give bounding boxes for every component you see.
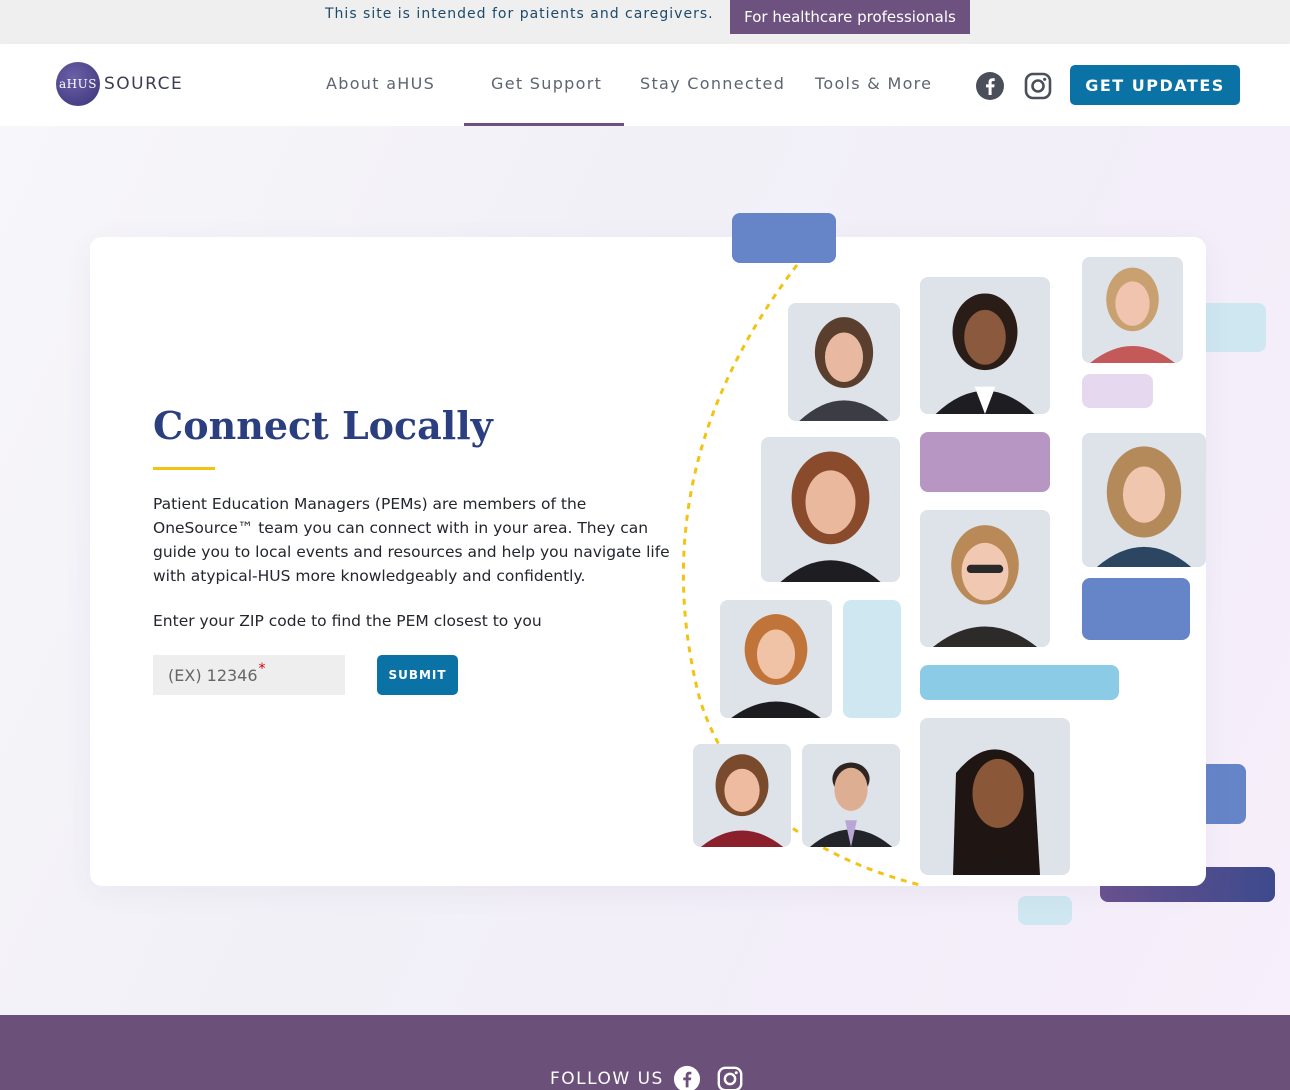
pem-photo: [1082, 433, 1206, 567]
nav-get-support[interactable]: Get Support: [491, 74, 602, 93]
pem-photo: [920, 718, 1070, 875]
pem-photo: [802, 744, 900, 847]
pem-photo: [720, 600, 832, 718]
pem-description: Patient Education Managers (PEMs) are me…: [153, 495, 670, 585]
zip-placeholder: (EX) 12346: [168, 665, 258, 685]
logo-text: SOURCE: [104, 74, 184, 94]
decor-block: [1082, 578, 1190, 640]
audience-notice: This site is intended for patients and c…: [325, 6, 714, 22]
decor-block: [732, 213, 836, 263]
decor-block: [920, 432, 1050, 492]
site-logo[interactable]: aHUS SOURCE: [56, 62, 183, 106]
decor-block: [920, 665, 1119, 700]
pem-photo: [761, 437, 900, 582]
zip-code-input[interactable]: (EX) 12346 *: [153, 655, 345, 695]
nav-about-ahus[interactable]: About aHUS: [326, 74, 435, 93]
decor-block: [1200, 303, 1266, 352]
follow-us-label: FOLLOW US: [550, 1069, 664, 1089]
pem-photo: [1082, 257, 1183, 363]
required-mark: *: [258, 661, 266, 677]
instagram-icon[interactable]: [716, 1065, 744, 1090]
hcp-link-button[interactable]: For healthcare professionals: [730, 0, 970, 34]
nav-tools-more[interactable]: Tools & More: [815, 74, 932, 93]
decor-block: [843, 600, 901, 718]
get-updates-button[interactable]: GET UPDATES: [1070, 65, 1240, 105]
logo-mark: aHUS: [56, 62, 100, 106]
zip-prompt: Enter your ZIP code to find the PEM clos…: [153, 612, 542, 630]
pem-photo: [788, 303, 900, 421]
page-title: Connect Locally: [153, 403, 493, 448]
pem-photo: [920, 510, 1050, 647]
instagram-icon[interactable]: [1023, 71, 1053, 101]
site-header: aHUS SOURCE About aHUS Get Support Stay …: [0, 44, 1290, 126]
facebook-icon[interactable]: [673, 1065, 701, 1090]
pem-photo: [693, 744, 791, 847]
pem-photo: [920, 277, 1050, 414]
audience-banner: This site is intended for patients and c…: [0, 0, 1290, 44]
submit-button[interactable]: SUBMIT: [377, 655, 458, 695]
nav-stay-connected[interactable]: Stay Connected: [640, 74, 785, 93]
decor-block: [1082, 374, 1153, 408]
decor-block: [1018, 896, 1072, 925]
title-underline: [153, 467, 215, 470]
facebook-icon[interactable]: [975, 71, 1005, 101]
site-footer: FOLLOW US: [0, 1015, 1290, 1090]
